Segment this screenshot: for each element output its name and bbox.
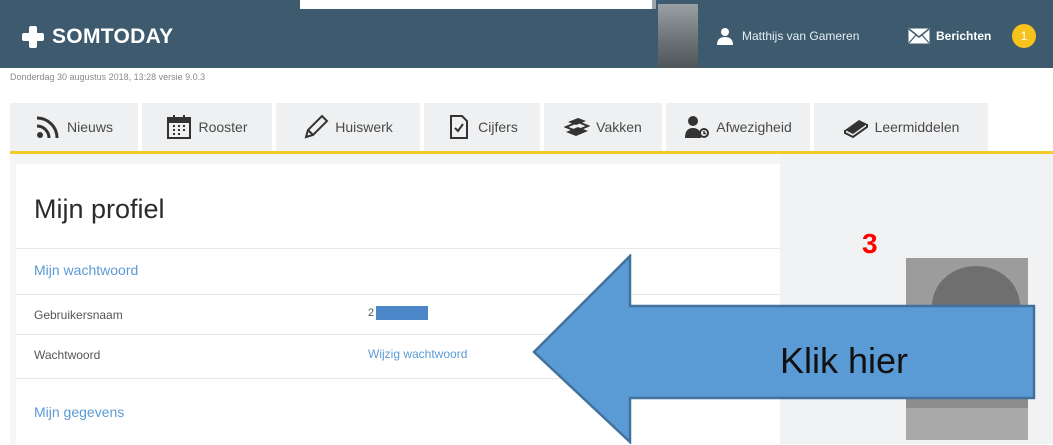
tab-rooster[interactable]: Rooster: [142, 103, 272, 151]
tab-label: Leermiddelen: [874, 119, 960, 135]
header-gap: [300, 0, 656, 9]
tab-label: Cijfers: [478, 119, 518, 135]
details-section-link[interactable]: Mijn gegevens: [34, 404, 124, 420]
tab-label: Nieuws: [67, 119, 113, 135]
tab-nieuws[interactable]: Nieuws: [10, 103, 138, 151]
calendar-icon: [167, 115, 192, 139]
header-avatar[interactable]: [658, 4, 698, 68]
tab-afwezigheid[interactable]: Afwezigheid: [666, 103, 810, 151]
tab-cijfers[interactable]: Cijfers: [424, 103, 540, 151]
messages-badge[interactable]: 1: [1012, 24, 1036, 48]
user-menu[interactable]: Matthijs van Gameren: [716, 26, 859, 46]
brand-logo[interactable]: SOMTODAY: [20, 24, 173, 50]
header-divider: [652, 0, 656, 9]
somtoday-logo-icon: [22, 26, 44, 48]
messages-button[interactable]: Berichten: [908, 26, 991, 46]
password-label: Wachtwoord: [34, 348, 101, 362]
envelope-icon: [908, 28, 930, 44]
messages-label: Berichten: [936, 29, 992, 43]
brand-name: SOMTODAY: [52, 25, 174, 48]
arrow-label: Klik hier: [780, 340, 909, 381]
main-navigation: Nieuws Rooster Huiswerk Cijfers Vakken A…: [10, 103, 1053, 154]
password-section-link[interactable]: Mijn wachtwoord: [34, 262, 138, 278]
rss-icon: [36, 116, 59, 139]
tab-vakken[interactable]: Vakken: [544, 103, 662, 151]
user-icon: [717, 28, 733, 45]
tab-label: Vakken: [596, 119, 642, 135]
user-absence-icon: [685, 116, 710, 138]
tab-label: Huiswerk: [335, 119, 393, 135]
document-check-icon: [450, 115, 469, 139]
pencil-icon: [304, 114, 329, 139]
tab-huiswerk[interactable]: Huiswerk: [276, 103, 420, 151]
book-icon: [843, 120, 868, 139]
divider: [16, 248, 780, 249]
change-password-link[interactable]: Wijzig wachtwoord: [368, 347, 467, 361]
tab-label: Rooster: [198, 119, 248, 135]
tab-label: Afwezigheid: [716, 119, 792, 135]
username-redaction: [376, 306, 428, 320]
books-icon: [564, 118, 591, 136]
tab-leermiddelen[interactable]: Leermiddelen: [814, 103, 988, 151]
username-value: 2: [368, 307, 375, 319]
user-name: Matthijs van Gameren: [742, 29, 860, 43]
page-title: Mijn profiel: [34, 194, 165, 224]
date-version-info: Donderdag 30 augustus 2018, 13:28 versie…: [10, 72, 206, 82]
username-label: Gebruikersnaam: [34, 308, 123, 322]
